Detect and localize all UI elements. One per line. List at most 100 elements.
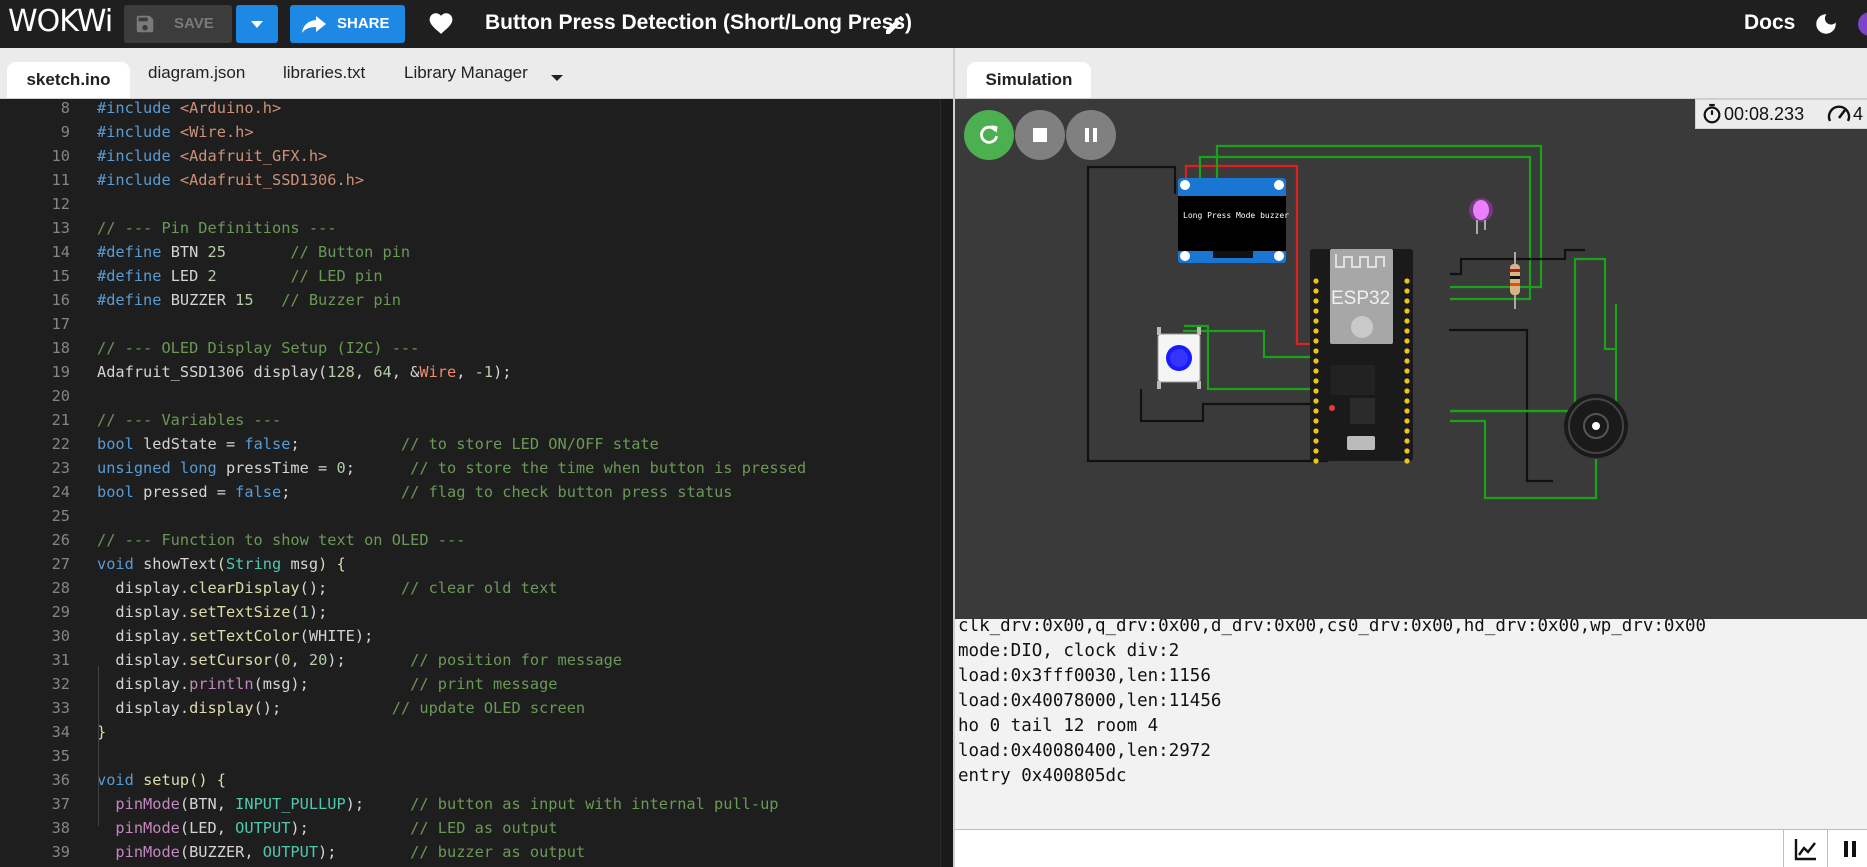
code-line[interactable]: #define LED 2 // LED pin [97, 264, 383, 288]
line-number: 32 [51, 675, 70, 693]
esp32-pin [1404, 358, 1410, 364]
code-token: -1 [474, 363, 494, 381]
code-line[interactable]: // --- Function to show text on OLED --- [97, 528, 465, 552]
code-token: ) { [318, 555, 346, 573]
code-token: pinMode [115, 843, 180, 861]
line-number: 26 [51, 531, 70, 549]
esp32-board: ESP32 [1310, 249, 1413, 464]
editor-tabs: sketch.ino diagram.json libraries.txt Li… [0, 48, 953, 99]
code-line[interactable]: void showText(String msg) { [97, 552, 346, 576]
tab-library-manager[interactable]: Library Manager [404, 63, 528, 83]
code-editor[interactable]: 8 #include <Arduino.h> 9 #include <Wire.h> 1… [0, 99, 953, 867]
pushbutton [1157, 327, 1201, 389]
tab-libraries-txt[interactable]: libraries.txt [283, 63, 365, 83]
heart-icon[interactable] [428, 11, 454, 35]
tab-sketch-ino[interactable]: sketch.ino [7, 62, 130, 98]
esp32-pin [1313, 288, 1319, 294]
code-token: ); [327, 651, 411, 669]
serial-monitor[interactable]: clk_drv:0x00,q_drv:0x00,d_drv:0x00,cs0_d… [955, 619, 1867, 829]
editor-scrollbar[interactable] [940, 99, 953, 867]
save-options-dropdown[interactable] [236, 5, 278, 43]
esp32-pin [1404, 418, 1410, 424]
wokwi-logo[interactable]: WOKWi [8, 4, 113, 39]
esp32-pin [1313, 448, 1319, 454]
code-token: // to store LED ON/OFF state [400, 435, 659, 453]
code-line[interactable]: pinMode(BTN, INPUT_PULLUP); // button as… [97, 792, 778, 816]
esp32-pin [1404, 398, 1410, 404]
serial-pause-button[interactable] [1827, 830, 1867, 867]
code-line[interactable]: void setup() { [97, 768, 226, 792]
esp32-pin [1313, 358, 1319, 364]
pencil-icon[interactable] [883, 13, 907, 37]
code-line[interactable]: // --- Pin Definitions --- [97, 216, 336, 240]
code-line[interactable]: display.setTextColor(WHITE); [97, 624, 373, 648]
code-token: (msg); [253, 675, 411, 693]
code-token: // --- OLED Display Setup (I2C) --- [97, 339, 420, 357]
chevron-down-icon[interactable] [549, 72, 565, 84]
plotter-button[interactable] [1783, 830, 1827, 867]
code-line[interactable]: display.println(msg); // print message [97, 672, 557, 696]
esp32-pin [1404, 448, 1410, 454]
code-line[interactable]: #include <Adafruit_GFX.h> [97, 144, 327, 168]
esp32-pin [1313, 308, 1319, 314]
code-token: false [244, 435, 291, 453]
code-line[interactable]: display.setCursor(0, 20); // position fo… [97, 648, 622, 672]
code-token: Adafruit_SSD1306 display( [97, 363, 328, 381]
line-number: 8 [60, 99, 70, 117]
code-token: // Button pin [290, 243, 411, 261]
code-token: // LED pin [290, 267, 383, 285]
code-line[interactable]: Adafruit_SSD1306 display(128, 64, &Wire,… [97, 360, 511, 384]
code-token: clearDisplay [189, 579, 300, 597]
serial-input-bar [955, 829, 1867, 867]
code-line[interactable]: display.setTextSize(1); [97, 600, 327, 624]
code-line[interactable]: // --- Variables --- [97, 408, 281, 432]
code-token: ); [493, 363, 512, 381]
code-token: ); [345, 795, 411, 813]
code-line[interactable]: bool ledState = false; // to store LED O… [97, 432, 659, 456]
code-line[interactable]: pinMode(BUZZER, OUTPUT); // buzzer as ou… [97, 840, 585, 864]
code-token: <Adafruit_SSD1306.h> [179, 171, 365, 189]
code-line[interactable]: // --- OLED Display Setup (I2C) --- [97, 336, 419, 360]
code-token: (WHITE); [299, 627, 374, 645]
moon-icon[interactable] [1813, 11, 1839, 37]
user-avatar[interactable] [1858, 12, 1867, 36]
esp32-pin [1404, 388, 1410, 394]
code-token: ; [281, 483, 401, 501]
code-token: // update OLED screen [391, 699, 586, 717]
code-line[interactable]: #define BTN 25 // Button pin [97, 240, 410, 264]
code-token: setup [143, 771, 190, 789]
code-line[interactable]: pinMode(LED, OUTPUT); // LED as output [97, 816, 557, 840]
code-line[interactable]: bool pressed = false; // flag to check b… [97, 480, 733, 504]
esp32-pin [1404, 318, 1410, 324]
serial-input[interactable] [955, 830, 1767, 867]
tab-simulation[interactable]: Simulation [967, 62, 1091, 98]
code-token: 25 [207, 243, 226, 261]
esp32-pin [1313, 438, 1319, 444]
docs-link[interactable]: Docs [1744, 11, 1795, 35]
wire [1449, 328, 1553, 483]
simulation-canvas[interactable]: 00:08.233 4 Long Press Mode buzzer ESP32 [955, 99, 1867, 619]
code-token: (); [253, 699, 392, 717]
tab-diagram-json[interactable]: diagram.json [148, 63, 245, 83]
code-line[interactable]: #include <Wire.h> [97, 120, 254, 144]
code-line[interactable]: #define BUZZER 15 // Buzzer pin [97, 288, 401, 312]
code-line[interactable]: display.clearDisplay(); // clear old tex… [97, 576, 557, 600]
line-number: 23 [51, 459, 70, 477]
share-button[interactable]: SHARE [290, 5, 405, 43]
code-line[interactable]: #include <Adafruit_SSD1306.h> [97, 168, 364, 192]
code-token: pressTime = [225, 459, 337, 477]
esp32-pin [1313, 418, 1319, 424]
line-number: 22 [51, 435, 70, 453]
save-icon [136, 15, 154, 33]
code-line[interactable]: unsigned long pressTime = 0; // to store… [97, 456, 806, 480]
code-token: (BUZZER, [179, 843, 263, 861]
code-token: display. [97, 699, 190, 717]
code-token: OUTPUT [262, 843, 319, 861]
code-line[interactable]: #include <Arduino.h> [97, 99, 281, 120]
save-button[interactable]: SAVE [124, 5, 232, 43]
code-token: () { [189, 771, 226, 789]
code-line[interactable]: display.display(); // update OLED screen [97, 696, 585, 720]
project-title[interactable]: Button Press Detection (Short/Long Press… [485, 11, 912, 35]
